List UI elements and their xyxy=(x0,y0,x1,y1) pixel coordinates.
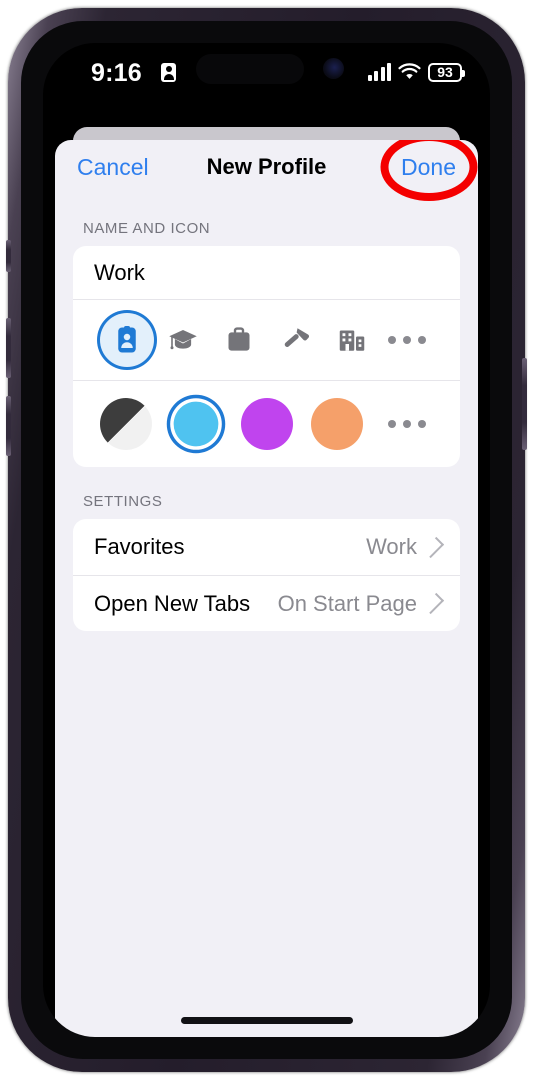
dynamic-island xyxy=(195,54,304,84)
silent-switch[interactable] xyxy=(6,240,11,272)
icon-option-graduation-cap[interactable] xyxy=(156,313,210,367)
dot xyxy=(418,420,426,428)
id-card-icon xyxy=(118,326,136,353)
done-button-container: Done xyxy=(380,140,477,201)
name-and-icon-card xyxy=(73,246,460,467)
navigation-bar: Cancel New Profile Done xyxy=(55,140,478,201)
settings-row-open-new-tabs[interactable]: Open New Tabs On Start Page xyxy=(73,575,460,631)
icon-option-building[interactable] xyxy=(325,313,379,367)
icon-picker-row xyxy=(73,300,460,381)
dot xyxy=(388,420,396,428)
briefcase-icon xyxy=(228,327,250,351)
hammer-icon xyxy=(284,328,309,347)
icon-option-briefcase[interactable] xyxy=(212,313,266,367)
id-card-icon xyxy=(161,63,176,82)
status-bar: 9:16 93 xyxy=(43,43,490,109)
new-profile-sheet: Cancel New Profile Done NAME AND ICON Wo… xyxy=(55,140,478,1037)
front-camera-icon xyxy=(322,58,344,79)
battery-level: 93 xyxy=(437,64,453,80)
color-picker-row xyxy=(73,381,460,467)
color-option-orange[interactable] xyxy=(310,398,363,450)
settings-section-header: SETTINGS xyxy=(83,493,163,510)
settings-label: Favorites xyxy=(94,534,185,559)
color-option-cyan[interactable] xyxy=(173,401,219,447)
building-icon xyxy=(339,330,364,351)
phone-screen: 9:16 93 Cancel New Profile Done NAME AND… xyxy=(43,43,490,1037)
status-indicators: 93 xyxy=(367,60,465,84)
graduation-cap-icon xyxy=(169,330,197,350)
cancel-button[interactable]: Cancel xyxy=(77,154,149,181)
device-bezel: 9:16 93 Cancel New Profile Done NAME AND… xyxy=(21,21,512,1059)
chevron-right-icon xyxy=(422,536,445,558)
icon-option-id-card[interactable] xyxy=(100,313,154,367)
power-button[interactable] xyxy=(522,358,527,450)
more-colors-button[interactable] xyxy=(381,420,433,428)
wifi-icon xyxy=(398,63,421,79)
chevron-right-icon xyxy=(422,592,445,615)
profile-name-input[interactable] xyxy=(94,259,439,286)
volume-up-button[interactable] xyxy=(6,318,11,378)
settings-card: Favorites Work Open New Tabs On Start Pa… xyxy=(73,519,460,631)
name-and-icon-section-header: NAME AND ICON xyxy=(83,220,211,237)
dot xyxy=(402,336,411,344)
settings-row-favorites[interactable]: Favorites Work xyxy=(73,519,460,575)
settings-value: On Start Page xyxy=(277,590,417,616)
battery-icon: 93 xyxy=(428,62,465,82)
cellular-signal-icon xyxy=(367,63,391,81)
device-frame: 9:16 93 Cancel New Profile Done NAME AND… xyxy=(6,8,527,1072)
settings-value: Work xyxy=(366,534,417,559)
color-option-automatic[interactable] xyxy=(100,398,152,450)
more-icons-button[interactable] xyxy=(381,336,433,344)
done-button[interactable]: Done xyxy=(401,154,456,181)
dot xyxy=(403,420,411,428)
dot xyxy=(417,336,426,344)
color-option-purple[interactable] xyxy=(240,398,293,450)
volume-down-button[interactable] xyxy=(6,396,11,456)
dot xyxy=(387,336,396,344)
settings-label: Open New Tabs xyxy=(94,590,251,616)
home-indicator[interactable] xyxy=(180,1017,353,1024)
icon-option-hammer[interactable] xyxy=(269,313,323,367)
profile-name-row[interactable] xyxy=(73,246,460,300)
status-time: 9:16 xyxy=(91,59,142,87)
